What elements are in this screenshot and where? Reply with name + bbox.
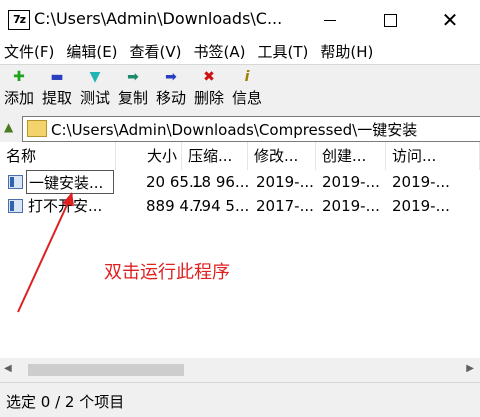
minimize-button[interactable]	[300, 0, 360, 40]
address-text: C:\Users\Admin\Downloads\Compressed\一键安装	[51, 121, 418, 139]
menu-help[interactable]: 帮助(H)	[316, 40, 377, 64]
info-button[interactable]: i 信息	[228, 67, 266, 108]
test-label: 测试	[79, 89, 110, 107]
address-bar: ▲ C:\Users\Admin\Downloads\Compressed\一键…	[0, 114, 480, 142]
extract-icon: ▬	[50, 69, 64, 85]
close-icon: ✕	[441, 8, 459, 32]
scroll-right-icon[interactable]: ▶	[466, 363, 474, 374]
menu-tools[interactable]: 工具(T)	[253, 40, 312, 64]
info-icon: i	[244, 69, 250, 85]
window-title: C:\Users\Admin\Downloads\C...	[34, 9, 283, 28]
info-label: 信息	[231, 89, 262, 107]
move-label: 移动	[155, 89, 186, 107]
scroll-thumb[interactable]	[28, 364, 184, 376]
delete-label: 删除	[193, 89, 224, 107]
folder-icon	[27, 120, 47, 137]
copy-icon: ➡	[127, 69, 139, 85]
title-bar: 7z C:\Users\Admin\Downloads\C... ✕	[0, 0, 480, 40]
move-icon: ➡	[165, 69, 177, 85]
horizontal-scrollbar[interactable]: ◀ ▶	[0, 358, 480, 382]
minimize-icon	[324, 19, 336, 21]
maximize-button[interactable]	[360, 0, 420, 40]
menu-view[interactable]: 查看(V)	[126, 40, 186, 64]
copy-button[interactable]: ➡ 复制	[114, 67, 152, 108]
up-folder-icon[interactable]: ▲	[4, 120, 13, 134]
maximize-icon	[383, 13, 397, 27]
menu-bar: 文件(F) 编辑(E) 查看(V) 书签(A) 工具(T) 帮助(H)	[0, 40, 480, 64]
add-icon: ✚	[13, 69, 25, 85]
copy-label: 复制	[117, 89, 148, 107]
delete-button[interactable]: ✖ 删除	[190, 67, 228, 108]
app-icon: 7z	[8, 10, 30, 30]
extract-label: 提取	[41, 89, 72, 107]
status-bar: 选定 0 / 2 个项目	[0, 382, 480, 417]
file-list: 名称 大小 压缩... 修改... 创建... 访问... 一键安装... 20…	[0, 142, 480, 358]
annotation-arrow	[17, 192, 74, 313]
move-button[interactable]: ➡ 移动	[152, 67, 190, 108]
add-label: 添加	[3, 89, 34, 107]
status-text: 选定 0 / 2 个项目	[6, 393, 125, 411]
address-input[interactable]: C:\Users\Admin\Downloads\Compressed\一键安装	[22, 116, 480, 142]
test-button[interactable]: ▼ 测试	[76, 67, 114, 108]
arrow-shaft	[17, 193, 73, 313]
toolbar: ✚ 添加 ▬ 提取 ▼ 测试 ➡ 复制 ➡ 移动 ✖ 删除 i 信息	[0, 64, 480, 115]
delete-icon: ✖	[203, 69, 215, 85]
menu-edit[interactable]: 编辑(E)	[62, 40, 121, 64]
extract-button[interactable]: ▬ 提取	[38, 67, 76, 108]
arrow-head	[62, 192, 74, 206]
add-button[interactable]: ✚ 添加	[0, 67, 38, 108]
menu-bookmarks[interactable]: 书签(A)	[190, 40, 250, 64]
test-icon: ▼	[89, 69, 101, 85]
close-button[interactable]: ✕	[420, 0, 480, 40]
annotation-text: 双击运行此程序	[104, 262, 230, 283]
scroll-left-icon[interactable]: ◀	[4, 363, 12, 374]
menu-file[interactable]: 文件(F)	[0, 40, 58, 64]
